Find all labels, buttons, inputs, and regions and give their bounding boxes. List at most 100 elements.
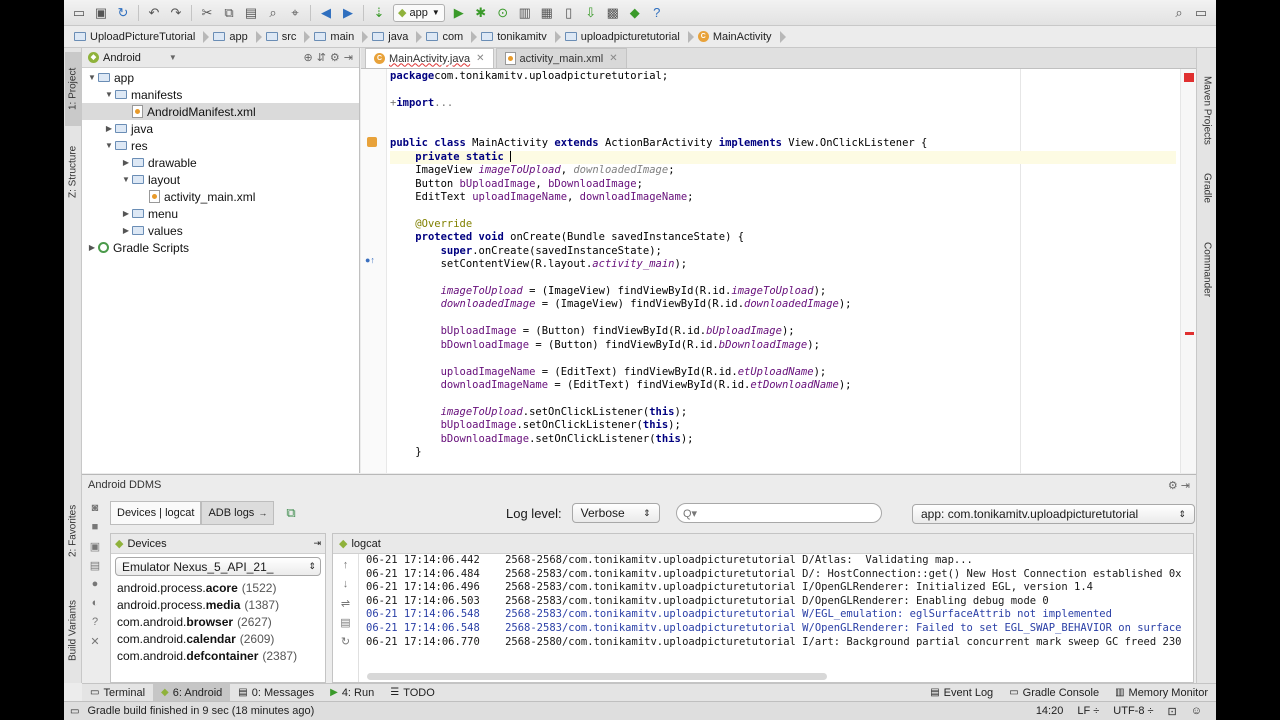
log-line[interactable]: 06-21 17:14:06.548 2568-2583/com.tonikam… xyxy=(366,608,1183,622)
close-icon[interactable]: ✕ xyxy=(476,53,484,64)
process-item[interactable]: com.android. calendar (2609) xyxy=(111,630,325,647)
log-line[interactable]: 06-21 17:14:06.770 2568-2580/com.tonikam… xyxy=(366,636,1183,650)
find-icon[interactable]: ⌕ xyxy=(262,2,284,24)
expanded-arrow-icon[interactable]: ▼ xyxy=(120,175,132,184)
tab-run[interactable]: ▶ 4: Run xyxy=(322,684,382,702)
tab-memory-monitor[interactable]: ▥ Memory Monitor xyxy=(1107,684,1216,702)
code-line[interactable] xyxy=(390,110,1176,123)
scroll-up-icon[interactable]: ↑ xyxy=(338,559,354,573)
tree-item[interactable]: ▼ res xyxy=(82,137,359,154)
make-icon[interactable]: ⇣ xyxy=(368,2,390,24)
tab-maven-projects[interactable]: Maven Projects xyxy=(1199,70,1215,150)
print-icon[interactable]: ▤ xyxy=(338,616,354,630)
tree-item[interactable]: AndroidManifest.xml xyxy=(82,103,359,120)
layout-icon[interactable]: ▤ xyxy=(87,559,103,573)
code-line[interactable] xyxy=(390,272,1176,285)
process-item[interactable]: android.process. acore (1522) xyxy=(111,579,325,596)
code-line[interactable]: super.onCreate(savedInstanceState); xyxy=(390,245,1176,258)
collapsed-arrow-icon[interactable]: ▶ xyxy=(120,226,132,235)
restart-icon[interactable]: ↻ xyxy=(338,635,354,649)
gc-icon[interactable]: ◐ xyxy=(87,597,103,611)
tab-gradle-console[interactable]: ▭ Gradle Console xyxy=(1001,684,1107,702)
code-line[interactable]: +import... xyxy=(390,97,1176,110)
code-line[interactable]: packagecom.tonikamitv.uploadpicturetutor… xyxy=(390,70,1176,83)
soft-wrap-icon[interactable]: ⇌ xyxy=(338,597,354,611)
collapsed-arrow-icon[interactable]: ▶ xyxy=(120,209,132,218)
redo-icon[interactable]: ↷ xyxy=(165,2,187,24)
collapsed-arrow-icon[interactable]: ▶ xyxy=(86,243,98,252)
tab-gradle[interactable]: Gradle xyxy=(1199,162,1215,214)
forward-icon[interactable]: ▶ xyxy=(337,2,359,24)
code-line[interactable]: @Override xyxy=(390,218,1176,231)
code-area[interactable]: packagecom.tonikamitv.uploadpicturetutor… xyxy=(390,70,1176,473)
tree-item[interactable]: ▶ values xyxy=(82,222,359,239)
tree-item[interactable]: ▼ layout xyxy=(82,171,359,188)
breadcrumb-item[interactable]: main xyxy=(310,29,369,45)
breadcrumb-item[interactable]: app xyxy=(209,29,263,45)
code-line[interactable]: EditText uploadImageName, downloadImageN… xyxy=(390,191,1176,204)
screen-record-icon[interactable]: ▣ xyxy=(87,540,103,554)
status-icon[interactable]: ▭ xyxy=(70,706,79,717)
save-icon[interactable]: ▣ xyxy=(90,2,112,24)
tab-activity-main-xml[interactable]: activity_main.xml ✕ xyxy=(495,48,627,68)
gear-icon[interactable]: ⚙ xyxy=(330,51,340,64)
scroll-from-source-icon[interactable]: ⊕ xyxy=(303,51,312,64)
tab-project[interactable]: 1: Project xyxy=(65,52,81,126)
device-monitor-icon[interactable]: ▩ xyxy=(602,2,624,24)
cut-icon[interactable]: ✂ xyxy=(196,2,218,24)
tab-android[interactable]: ◆ 6: Android xyxy=(153,683,231,702)
tab-terminal[interactable]: ▭ Terminal xyxy=(82,684,153,702)
log-line[interactable]: 06-21 17:14:06.548 2568-2583/com.tonikam… xyxy=(366,622,1183,636)
inspector-icon[interactable]: ☺ xyxy=(1191,705,1202,718)
run-config-select[interactable]: ◆ app ▼ xyxy=(393,3,445,22)
help-icon[interactable]: ? xyxy=(646,2,668,24)
tree-item[interactable]: ▼ app xyxy=(82,69,359,86)
code-line[interactable]: uploadImageName = (EditText) findViewByI… xyxy=(390,366,1176,379)
code-line[interactable]: } xyxy=(390,446,1176,459)
expanded-arrow-icon[interactable]: ▼ xyxy=(103,90,115,99)
app-filter-select[interactable]: app: com.tonikamitv.uploadpicturetutoria… xyxy=(912,504,1195,524)
status-message[interactable]: Gradle build finished in 9 sec (18 minut… xyxy=(87,705,314,717)
expand-icon[interactable]: ⇥ xyxy=(313,538,325,549)
error-stripe[interactable] xyxy=(1180,69,1196,473)
record-icon[interactable]: ● xyxy=(87,578,103,592)
sync-icon[interactable]: ↻ xyxy=(112,2,134,24)
log-line[interactable]: 06-21 17:14:06.484 2568-2583/com.tonikam… xyxy=(366,568,1183,582)
code-line[interactable]: imageToUpload.setOnClickListener(this); xyxy=(390,406,1176,419)
scroll-down-icon[interactable]: ↓ xyxy=(338,578,354,592)
tree-item[interactable]: ▶ drawable xyxy=(82,154,359,171)
code-line[interactable]: bUploadImage = (Button) findViewById(R.i… xyxy=(390,325,1176,338)
code-line[interactable]: public class MainActivity extends Action… xyxy=(390,137,1176,150)
tab-build-variants[interactable]: Build Variants xyxy=(65,588,81,674)
debug-icon[interactable]: ✱ xyxy=(470,2,492,24)
tree-item[interactable]: ▶ Gradle Scripts xyxy=(82,239,359,256)
code-line[interactable]: protected void onCreate(Bundle savedInst… xyxy=(390,231,1176,244)
attach-icon[interactable]: ⊙ xyxy=(492,2,514,24)
paste-icon[interactable]: ▤ xyxy=(240,2,262,24)
file-encoding[interactable]: UTF-8 ÷ xyxy=(1113,705,1153,718)
caret-position[interactable]: 14:20 xyxy=(1036,705,1064,718)
collapse-icon[interactable]: ⇵ xyxy=(317,51,326,64)
tab-devices-logcat[interactable]: Devices | logcat xyxy=(110,501,202,525)
tree-item[interactable]: activity_main.xml xyxy=(82,188,359,205)
editor-gutter[interactable]: ●↑ xyxy=(361,69,387,473)
undo-icon[interactable]: ↶ xyxy=(143,2,165,24)
code-line[interactable] xyxy=(390,352,1176,365)
code-line[interactable]: bDownloadImage.setOnClickListener(this); xyxy=(390,433,1176,446)
code-line[interactable] xyxy=(390,393,1176,406)
logcat-search-input[interactable]: Q▾ xyxy=(676,503,882,523)
process-item[interactable]: android.process. media (1387) xyxy=(111,596,325,613)
android-monitor-icon[interactable]: ◆ xyxy=(624,2,646,24)
collapsed-arrow-icon[interactable]: ▶ xyxy=(103,124,115,133)
code-line[interactable] xyxy=(390,312,1176,325)
avd-icon[interactable]: ▯ xyxy=(558,2,580,24)
lock-icon[interactable]: ⊡ xyxy=(1168,705,1177,718)
tree-item[interactable]: ▼ manifests xyxy=(82,86,359,103)
log-line[interactable]: 06-21 17:14:06.503 2568-2583/com.tonikam… xyxy=(366,595,1183,609)
tab-commander[interactable]: Commander xyxy=(1199,230,1215,310)
run-icon[interactable]: ▶ xyxy=(448,2,470,24)
code-line[interactable]: setContentView(R.layout.activity_main); xyxy=(390,258,1176,271)
code-line[interactable]: private static xyxy=(390,150,1176,165)
line-separator[interactable]: LF ÷ xyxy=(1077,705,1099,718)
coverage-icon[interactable]: ▥ xyxy=(514,2,536,24)
